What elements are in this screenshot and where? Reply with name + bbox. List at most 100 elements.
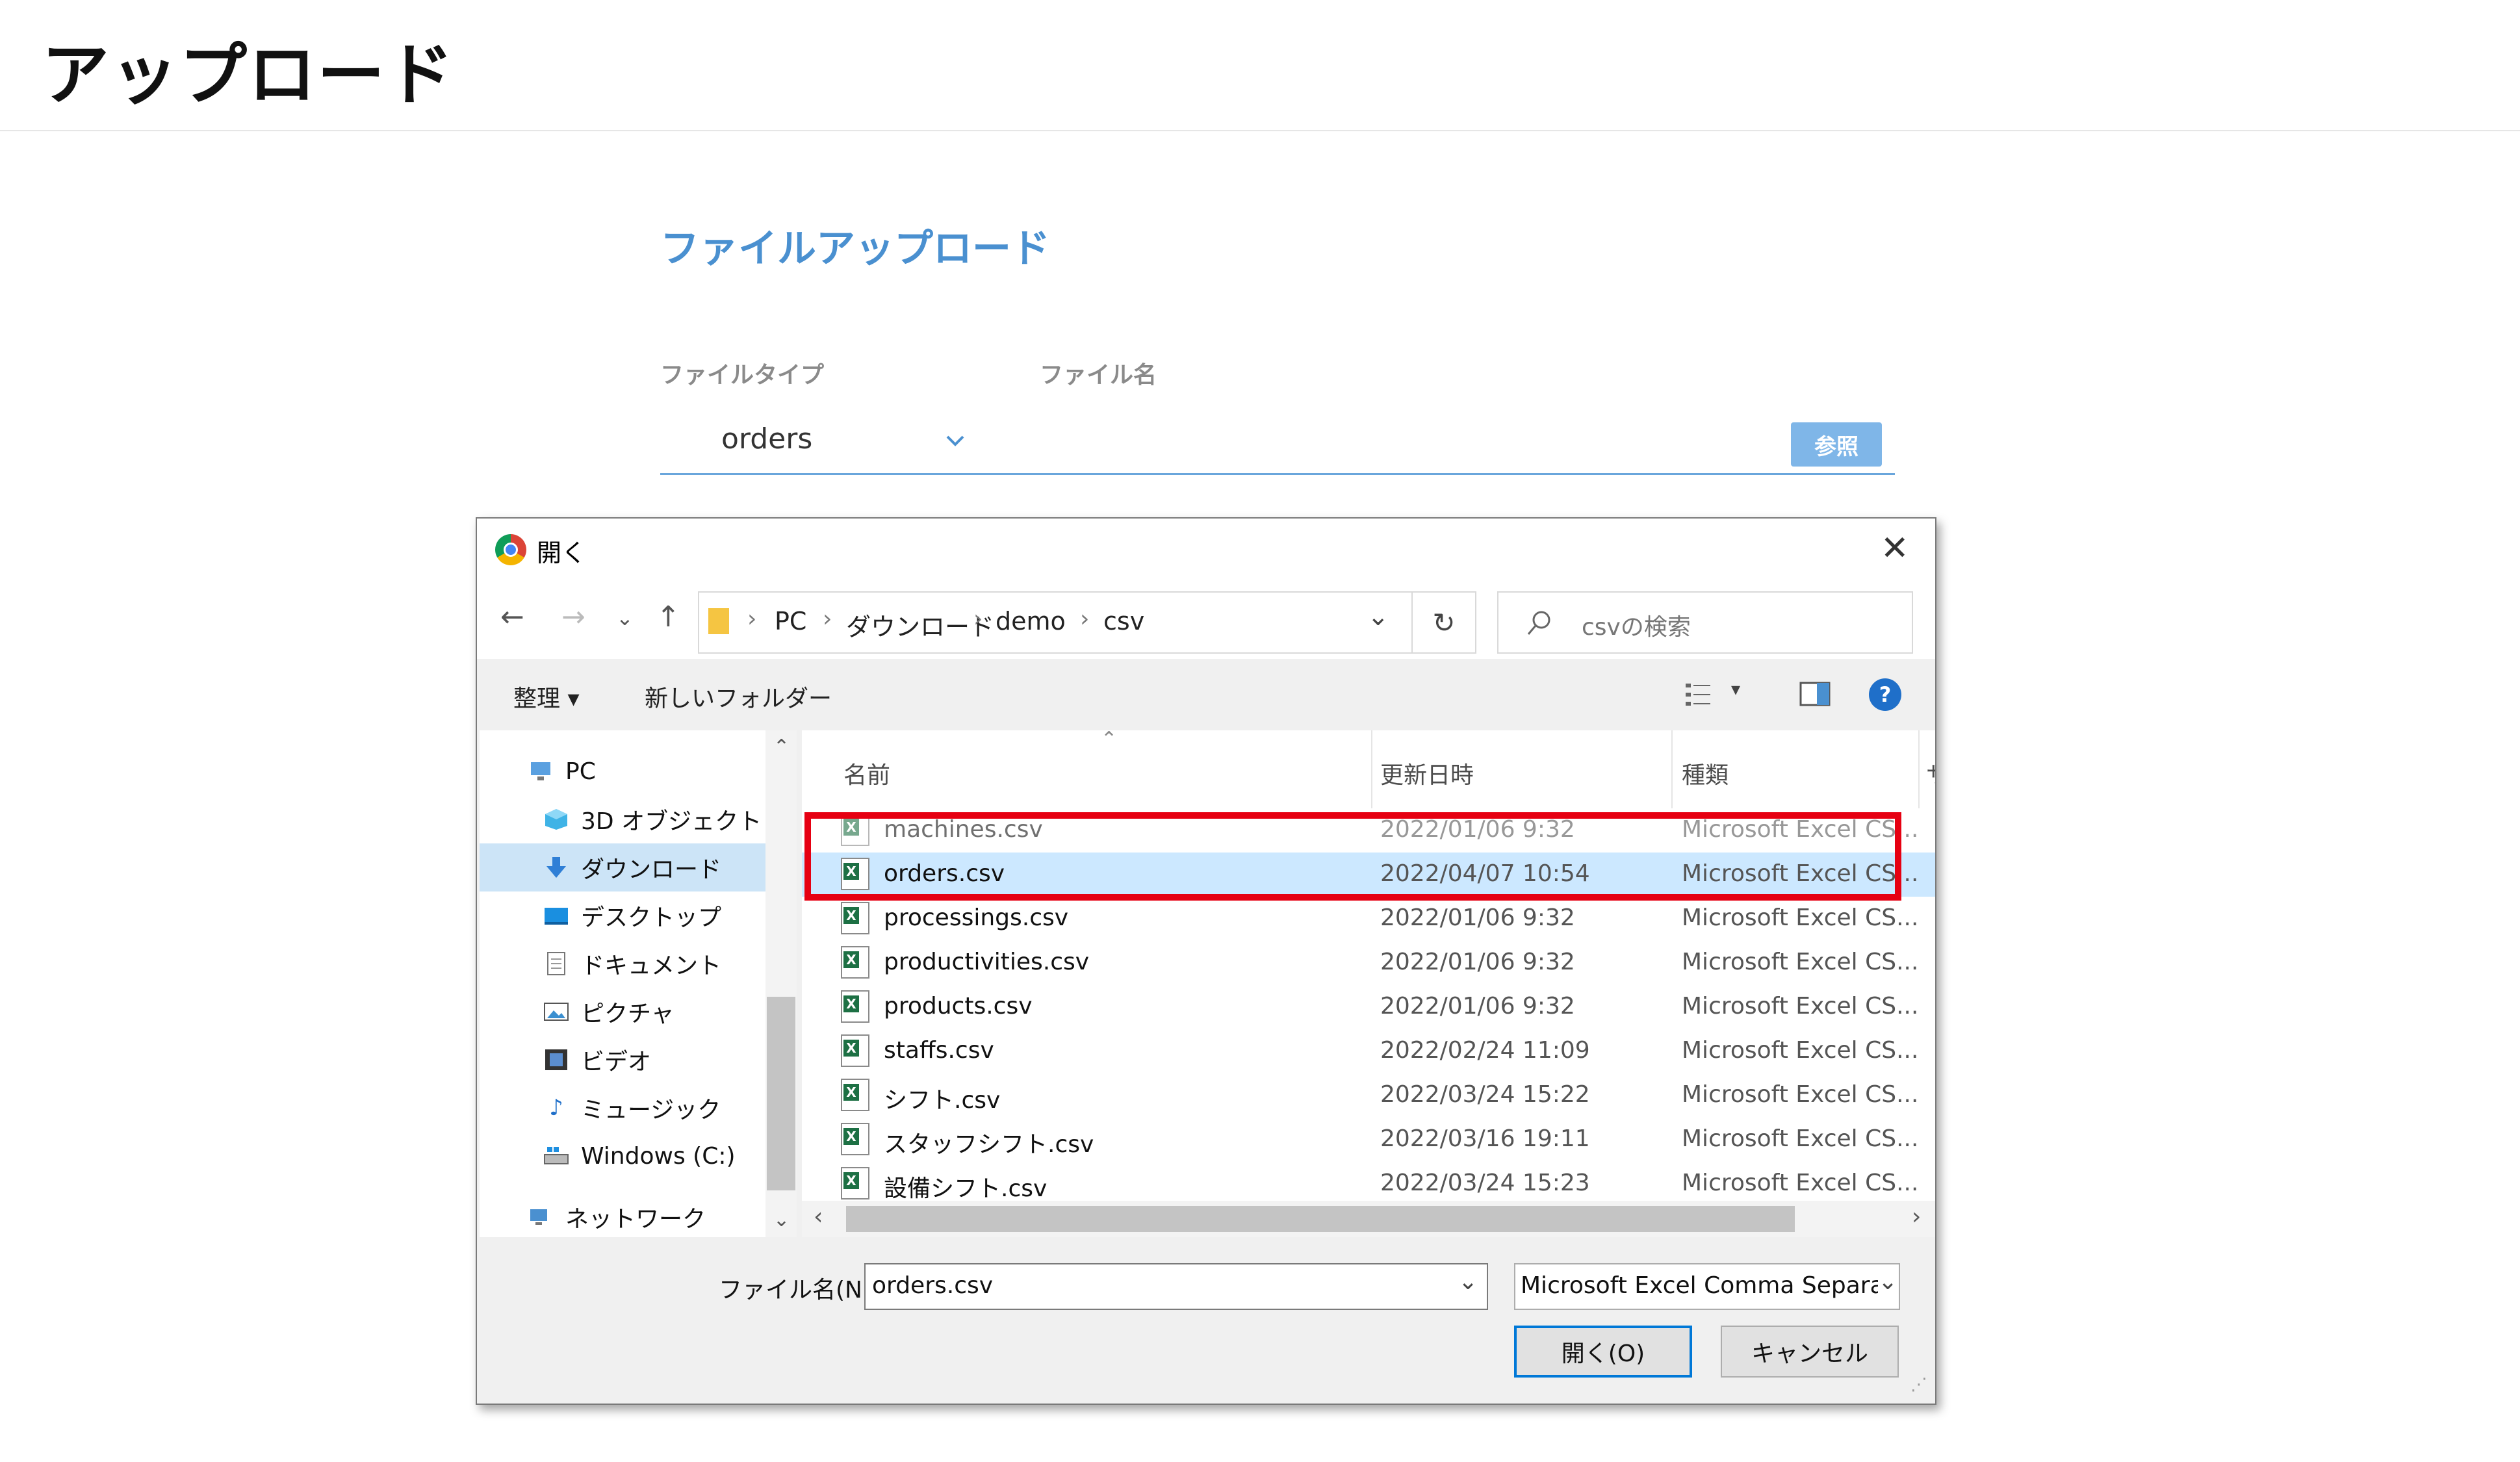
search-icon [1527,611,1550,635]
recent-dropdown-icon[interactable]: ⌄ [616,606,634,630]
videos-icon [543,1048,569,1071]
breadcrumb-separator-icon: › [973,606,983,632]
section-title: ファイルアップロード [660,226,1050,272]
filter-dropdown-icon[interactable]: ⌄ [1878,1268,1898,1295]
tree-item-label: ネットワーク [565,1206,706,1233]
breadcrumb-separator-icon: › [823,606,832,632]
file-date: 2022/02/24 11:09 [1380,1037,1590,1064]
tree-item-network[interactable]: ネットワーク [480,1193,765,1241]
search-placeholder: csvの検索 [1582,614,1691,641]
tree-item-downloads[interactable]: ダウンロード [480,843,765,891]
file-row[interactable]: スタッフシフト.csv 2022/03/16 19:11 Microsoft E… [802,1118,1935,1162]
file-date: 2022/03/16 19:11 [1380,1125,1590,1152]
column-header-size[interactable]: サ [1926,756,1935,790]
file-name: staffs.csv [884,1037,994,1064]
file-date: 2022/01/06 9:32 [1380,949,1575,975]
column-divider [1671,730,1673,808]
breadcrumb-downloads[interactable]: ダウンロード [846,607,994,643]
close-button[interactable]: ✕ [1881,532,1909,565]
tree-item-documents[interactable]: ドキュメント [480,940,765,988]
address-bar[interactable]: › PC › ダウンロード › demo › csv ⌄ [698,591,1413,654]
filename-input[interactable]: orders.csv ⌄ [864,1263,1488,1310]
scroll-left-icon[interactable]: ‹ [814,1203,823,1230]
file-list: ⌃ 名前 更新日時 種類 サ machines.csv 2022/01/06 9… [802,730,1935,1237]
csv-file-icon [841,1123,869,1155]
upload-field-underline [660,473,1895,475]
file-name: processings.csv [884,904,1069,931]
organize-button[interactable]: 整理 ▾ [513,680,580,713]
tree-item-pc[interactable]: PC [480,747,765,795]
navigation-pane: PC 3D オブジェクト ダウンロード デスクトップ ドキュメント ピクチャ ビ… [480,730,765,1237]
file-row[interactable]: products.csv 2022/01/06 9:32 Microsoft E… [802,985,1935,1029]
file-row[interactable]: 設備シフト.csv 2022/03/24 15:23 Microsoft Exc… [802,1162,1935,1206]
address-dropdown-icon[interactable]: ⌄ [1367,602,1389,632]
scroll-right-icon[interactable]: › [1912,1203,1921,1230]
tree-item-pictures[interactable]: ピクチャ [480,988,765,1036]
file-row[interactable]: staffs.csv 2022/02/24 11:09 Microsoft Ex… [802,1029,1935,1073]
documents-icon [543,952,569,975]
file-type: Microsoft Excel CS... [1682,1037,1919,1064]
help-icon[interactable]: ? [1868,677,1903,712]
open-file-dialog: 開く ✕ ← → ⌄ ↑ › PC › ダウンロード › demo › csv … [476,517,1936,1405]
tree-item-label: Windows (C:) [581,1142,736,1170]
view-dropdown-icon[interactable]: ▾ [1731,678,1740,700]
file-row[interactable]: productivities.csv 2022/01/06 9:32 Micro… [802,941,1935,985]
column-header-type[interactable]: 種類 [1682,756,1729,790]
filename-label: ファイル名(N): [719,1277,880,1303]
file-row[interactable]: processings.csv 2022/01/06 9:32 Microsof… [802,897,1935,941]
cancel-button[interactable]: キャンセル [1721,1326,1899,1378]
file-date: 2022/01/06 9:32 [1380,993,1575,1020]
tree-item-label: ビデオ [581,1049,652,1075]
resize-grip-icon[interactable]: ⋰ [1910,1375,1927,1394]
browse-button[interactable]: 参照 [1791,422,1882,467]
refresh-icon[interactable]: ↻ [1411,591,1476,654]
3d-objects-icon [543,808,569,831]
open-button[interactable]: 開く(O) [1514,1326,1692,1378]
column-divider [1371,730,1372,808]
file-type-filter[interactable]: Microsoft Excel Comma Separa ⌄ [1514,1263,1900,1310]
csv-file-icon [841,990,869,1023]
tree-item-music[interactable]: ♪ ミュージック [480,1084,765,1132]
breadcrumb-csv[interactable]: csv [1103,607,1144,635]
view-options-icon[interactable] [1683,681,1716,710]
tree-item-label: ドキュメント [581,953,722,979]
highlight-annotation [804,812,1901,901]
file-date: 2022/03/24 15:23 [1380,1170,1590,1196]
svg-text:?: ? [1879,682,1892,707]
preview-pane-icon[interactable] [1799,681,1831,707]
tree-item-label: ダウンロード [581,856,722,883]
new-folder-button[interactable]: 新しいフォルダー [645,680,832,713]
navigation-bar: ← → ⌄ ↑ › PC › ダウンロード › demo › csv ⌄ ↻ c… [477,581,1935,659]
chevron-down-icon[interactable] [942,428,968,454]
breadcrumb-pc[interactable]: PC [775,607,806,635]
tree-item-label: 3D オブジェクト [581,808,762,835]
file-type: Microsoft Excel CS... [1682,949,1919,975]
dialog-titlebar: 開く ✕ [477,519,1935,581]
tree-item-windows-c[interactable]: Windows (C:) [480,1132,765,1180]
scroll-up-icon[interactable]: ⌃ [773,736,790,758]
forward-arrow-icon[interactable]: → [561,600,585,634]
sort-ascending-icon: ⌃ [1101,730,1118,750]
breadcrumb-demo[interactable]: demo [996,607,1066,635]
filename-dropdown-icon[interactable]: ⌄ [1458,1268,1478,1295]
file-name: productivities.csv [884,949,1090,975]
tree-item-3d-objects[interactable]: 3D オブジェクト [480,795,765,843]
scroll-down-icon[interactable]: ⌄ [773,1209,790,1231]
column-header-name[interactable]: 名前 [843,756,890,790]
search-input[interactable]: csvの検索 [1497,591,1913,654]
file-name: シフト.csv [884,1087,1001,1114]
back-arrow-icon[interactable]: ← [500,600,524,634]
tree-item-label: PC [565,758,596,785]
column-header-date[interactable]: 更新日時 [1380,756,1474,790]
tree-item-videos[interactable]: ビデオ [480,1036,765,1084]
tree-scrollbar-thumb[interactable] [767,997,795,1190]
file-name-label: ファイル名 [1040,362,1157,389]
tree-item-desktop[interactable]: デスクトップ [480,891,765,940]
dialog-toolbar: 整理 ▾ 新しいフォルダー ▾ ? [477,659,1935,730]
csv-file-icon [841,1079,869,1111]
up-arrow-icon[interactable]: ↑ [656,600,680,634]
tree-item-label: デスクトップ [581,904,722,931]
file-type-select[interactable]: orders [721,422,812,455]
horizontal-scrollbar-thumb[interactable] [846,1206,1795,1232]
file-row[interactable]: シフト.csv 2022/03/24 15:22 Microsoft Excel… [802,1073,1935,1118]
